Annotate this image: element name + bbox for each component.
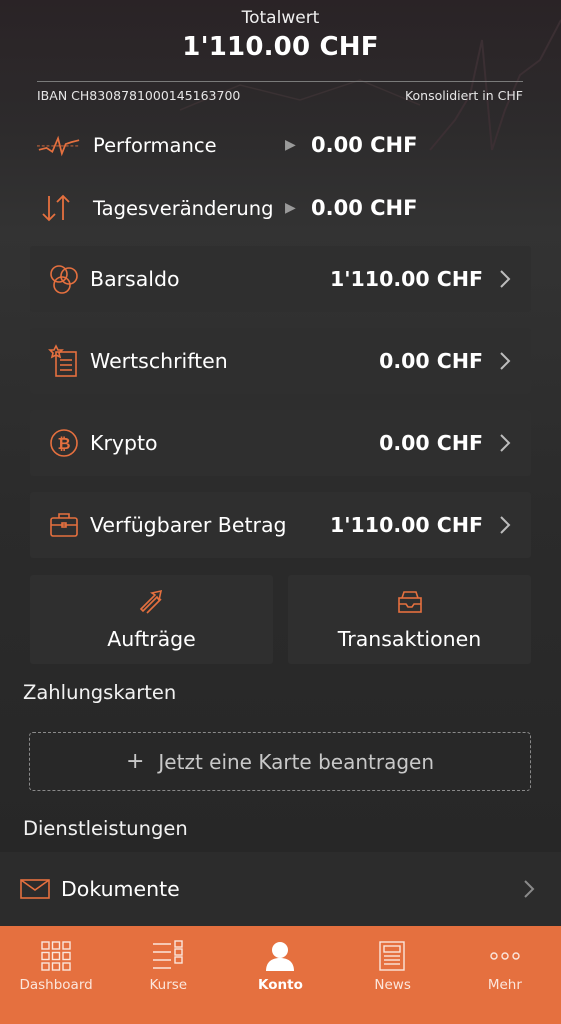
tab-label: Mehr [487,977,522,993]
chevron-right-icon [499,351,513,371]
performance-value: 0.00 CHF [311,133,418,157]
performance-label: Performance [93,133,217,157]
account-card-wertschriften[interactable]: Wertschriften 0.00 CHF [30,328,531,394]
orders-tile[interactable]: Aufträge [30,575,273,664]
tab-mehr[interactable]: Mehr [449,926,561,1024]
coins-icon [46,261,82,297]
account-value: 1'110.00 CHF [330,513,483,537]
account-value: 0.00 CHF [379,349,483,373]
account-label: Krypto [90,431,158,455]
more-dots-icon [449,940,561,972]
daily-change-row[interactable]: Tagesveränderung ▶ 0.00 CHF [37,188,523,228]
request-card-button[interactable]: + Jetzt eine Karte beantragen [29,732,531,791]
chevron-right-icon [499,515,513,535]
iban-row: IBAN CH8308781000145163700 Konsolidiert … [37,88,523,103]
daily-change-value: 0.00 CHF [311,196,418,220]
tab-label: News [374,977,411,993]
bitcoin-icon: ₿ [46,425,82,461]
total-header: Totalwert 1'110.00 CHF [0,6,561,64]
person-icon [224,940,336,972]
tab-news[interactable]: News [337,926,449,1024]
envelope-icon [20,878,50,900]
total-value: 1'110.00 CHF [182,32,379,62]
grid-icon [0,940,112,972]
plus-icon: + [125,749,145,774]
up-down-arrows-icon [37,191,81,225]
account-label: Verfügbarer Betrag [90,513,287,537]
orders-label: Aufträge [107,627,196,651]
account-label: Wertschriften [90,349,228,373]
list-icon [112,940,224,972]
transactions-label: Transaktionen [337,627,482,651]
account-card-krypto[interactable]: ₿ Krypto 0.00 CHF [30,410,531,476]
play-triangle-icon: ▶ [285,137,296,153]
briefcase-icon [46,507,82,543]
performance-chart-icon [37,128,81,162]
orders-arrows-icon [30,589,273,615]
transactions-tile[interactable]: Transaktionen [288,575,531,664]
total-label: Totalwert [241,8,320,28]
securities-document-icon [46,343,82,379]
request-card-label: Jetzt eine Karte beantragen [158,749,435,774]
inbox-tray-icon [288,589,531,615]
account-card-barsaldo[interactable]: Barsaldo 1'110.00 CHF [30,246,531,312]
bottom-tab-bar: Dashboard Kurse Konto News Mehr [0,926,561,1024]
chevron-right-icon [523,879,535,899]
iban-text: IBAN CH8308781000145163700 [37,88,241,103]
performance-row[interactable]: Performance ▶ 0.00 CHF [37,125,523,165]
tab-label: Kurse [149,977,188,993]
services-title: Dienstleistungen [23,817,188,840]
account-value: 1'110.00 CHF [330,267,483,291]
chevron-right-icon [499,433,513,453]
newspaper-icon [337,940,449,972]
documents-label: Dokumente [61,877,180,901]
account-card-available[interactable]: Verfügbarer Betrag 1'110.00 CHF [30,492,531,558]
tab-label: Dashboard [19,977,93,993]
tab-dashboard[interactable]: Dashboard [0,926,112,1024]
tab-kurse[interactable]: Kurse [112,926,224,1024]
svg-text:₿: ₿ [57,434,70,453]
documents-row[interactable]: Dokumente [0,852,561,926]
chevron-right-icon [499,269,513,289]
account-label: Barsaldo [90,267,180,291]
payment-cards-title: Zahlungskarten [23,681,177,704]
header-divider [37,81,523,82]
tab-konto[interactable]: Konto [224,926,336,1024]
daily-change-label: Tagesveränderung [93,196,274,220]
account-value: 0.00 CHF [379,431,483,455]
tab-label: Konto [258,977,303,993]
play-triangle-icon: ▶ [285,200,296,216]
consolidated-text: Konsolidiert in CHF [404,88,523,103]
